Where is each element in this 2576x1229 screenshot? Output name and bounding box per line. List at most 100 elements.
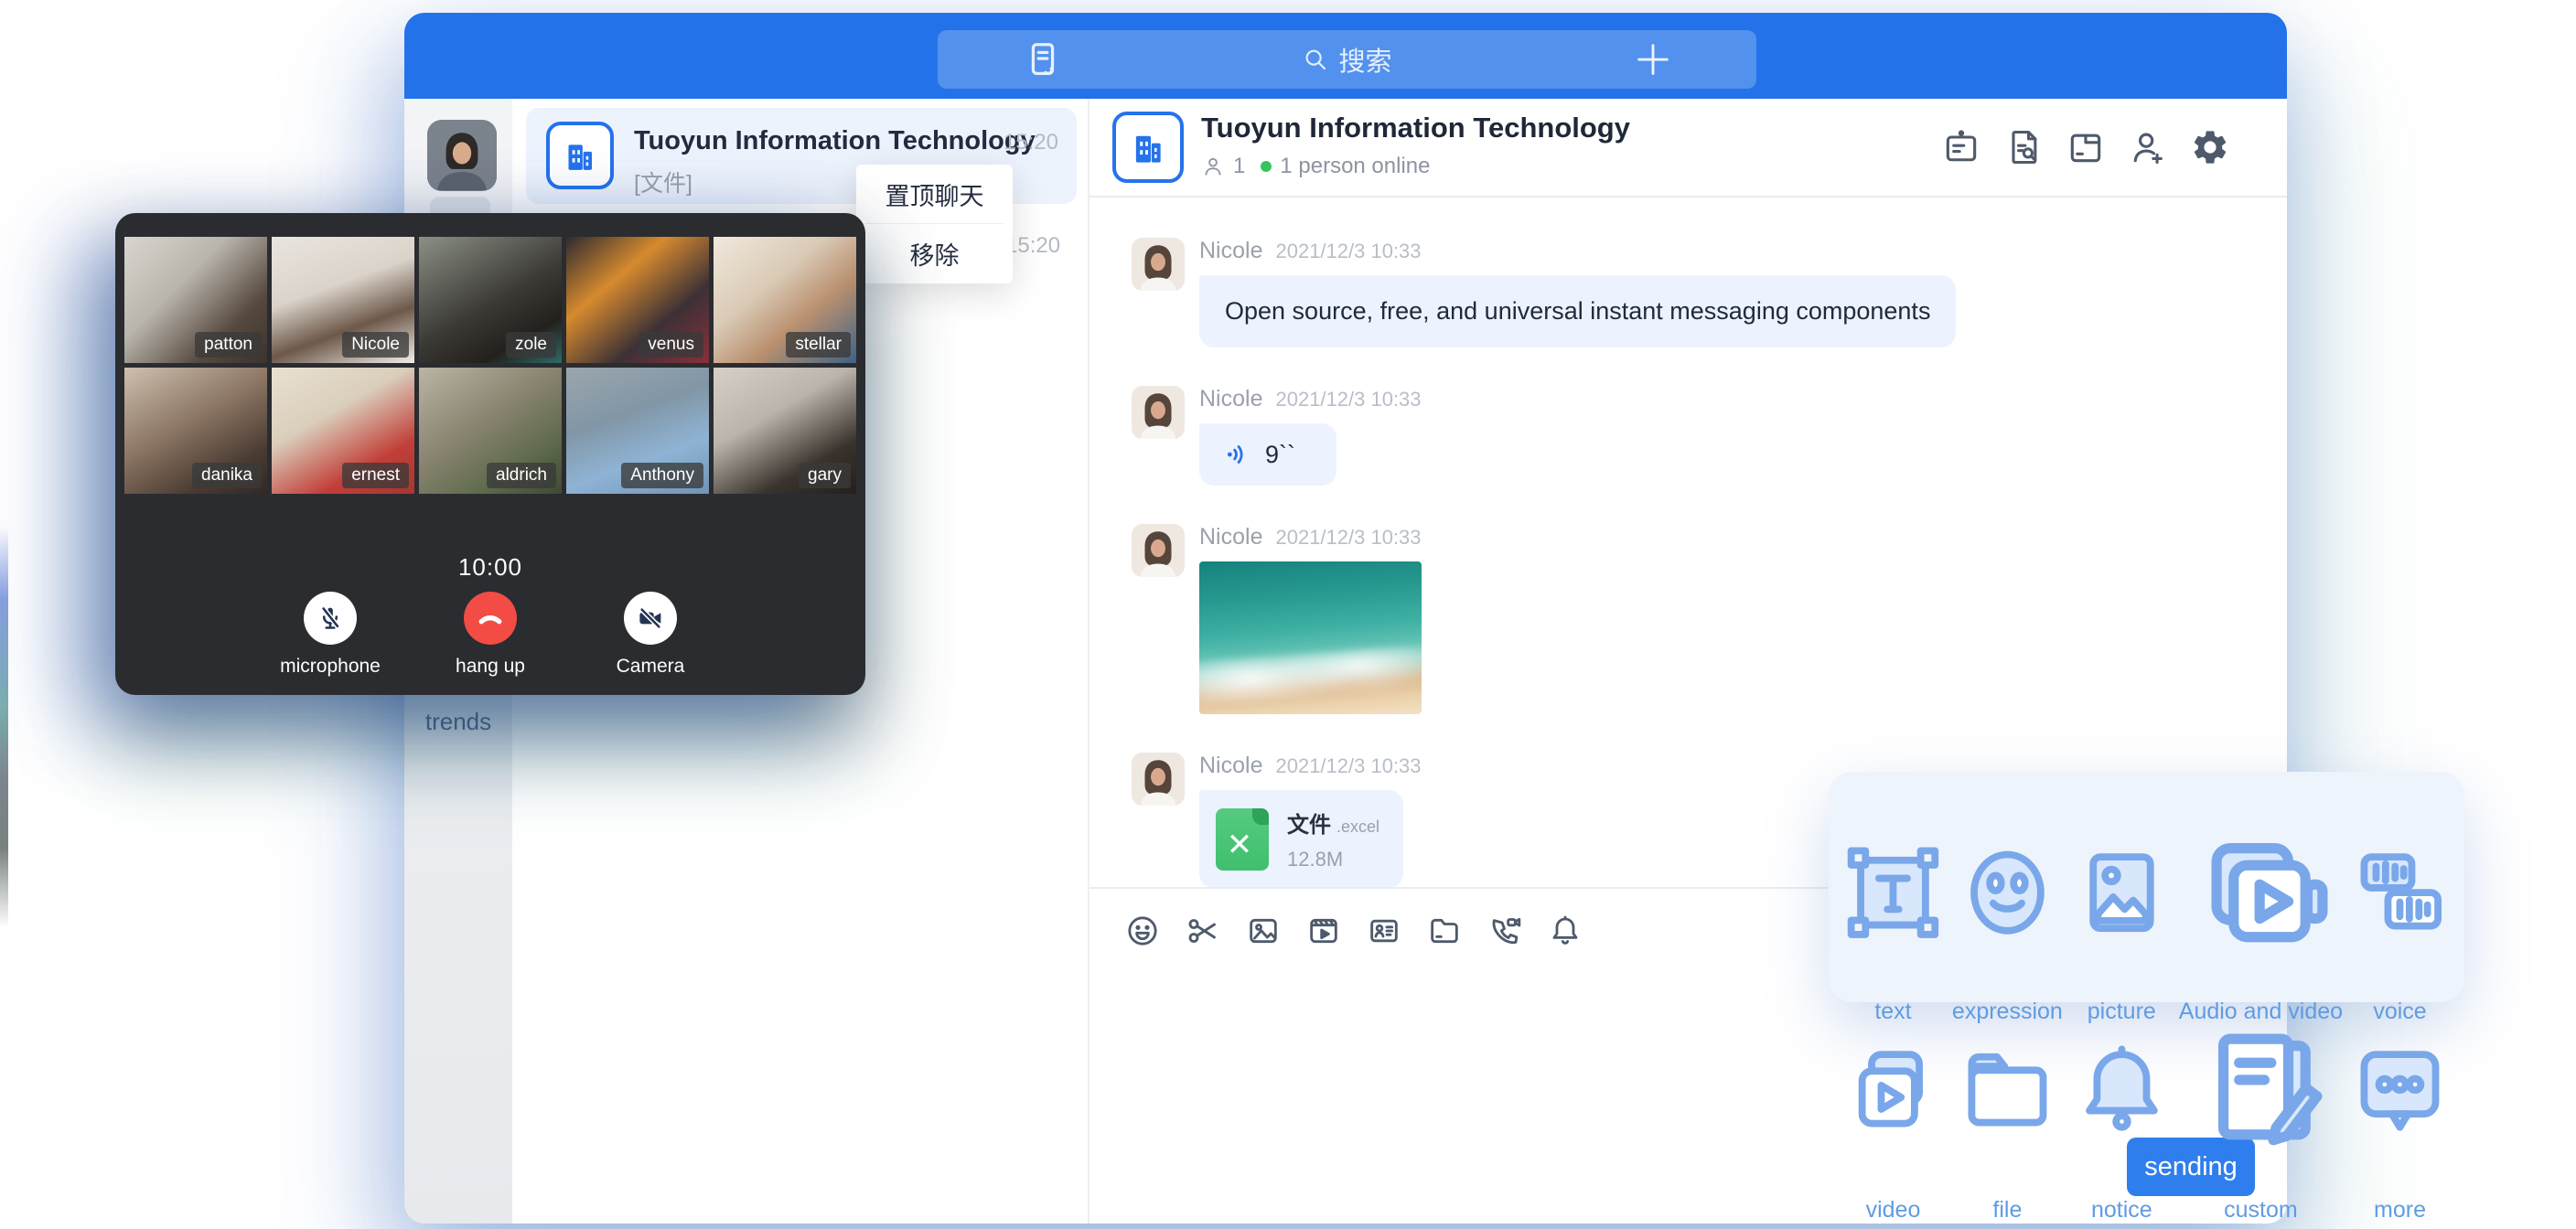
panel-item-notice[interactable]: notice xyxy=(2065,991,2179,1189)
notice-bell-icon xyxy=(2065,991,2179,1189)
custom-doc-icon xyxy=(2179,991,2343,1189)
panel-item-file[interactable]: file xyxy=(1950,991,2065,1189)
participant-tile: patton xyxy=(124,237,267,363)
online-text: 1 person online xyxy=(1280,154,1430,179)
conversation-title: Tuoyun Information Technology xyxy=(634,126,1036,156)
context-menu-pin[interactable]: 置顶聊天 xyxy=(856,165,1013,223)
settings-icon[interactable] xyxy=(2190,127,2230,167)
audio-video-icon xyxy=(2179,794,2343,991)
decorative-glow-strip xyxy=(0,526,8,928)
panel-label: custom xyxy=(2179,1197,2343,1224)
microphone-label: microphone xyxy=(277,656,383,678)
voice-icon xyxy=(2343,794,2457,991)
participant-tile: aldrich xyxy=(419,368,562,494)
chat-record-search-icon[interactable] xyxy=(2003,127,2044,167)
sender-avatar[interactable] xyxy=(1132,524,1185,577)
participant-name: Anthony xyxy=(621,463,703,488)
online-dot xyxy=(1261,161,1272,172)
sender-avatar[interactable] xyxy=(1132,753,1185,806)
sender-avatar[interactable] xyxy=(1132,238,1185,291)
search-bar[interactable]: 搜索 xyxy=(938,30,1756,89)
text-icon xyxy=(1836,794,1950,991)
conversation-time-2: 15:20 xyxy=(1005,233,1060,259)
chat-header: Tuoyun Information Technology 1 1 person… xyxy=(1089,99,2287,198)
video-call-icon[interactable] xyxy=(1487,913,1523,949)
participant-name: patton xyxy=(195,332,262,358)
panel-item-picture[interactable]: picture xyxy=(2065,794,2179,991)
panel-item-text[interactable]: text xyxy=(1836,794,1950,991)
plus-icon[interactable] xyxy=(1632,38,1674,80)
call-timer: 10:00 xyxy=(115,553,865,582)
conversation-last-message: [文件] xyxy=(634,166,692,198)
excel-file-icon: ✕ xyxy=(1216,808,1269,871)
panel-item-expression[interactable]: expression xyxy=(1950,794,2065,991)
conversation-time: 15:20 xyxy=(1004,130,1058,155)
folder-icon[interactable] xyxy=(1426,913,1463,949)
group-avatar-icon xyxy=(546,122,614,189)
camera-button[interactable]: Camera xyxy=(597,592,703,678)
top-bar: 搜索 xyxy=(404,13,2287,99)
participant-tile: Anthony xyxy=(566,368,709,494)
video-icon[interactable] xyxy=(1305,913,1342,949)
hang-up-button[interactable]: hang up xyxy=(437,592,543,678)
microphone-button[interactable]: microphone xyxy=(277,592,383,678)
member-count: 1 xyxy=(1233,154,1245,179)
participant-name: stellar xyxy=(786,332,851,358)
voice-wave-icon xyxy=(1223,440,1252,469)
panel-label: video xyxy=(1836,1197,1950,1224)
add-member-icon[interactable] xyxy=(2128,127,2168,167)
hang-up-label: hang up xyxy=(437,656,543,678)
emoji-icon[interactable] xyxy=(1124,913,1161,949)
picture-icon[interactable] xyxy=(1245,913,1282,949)
scissors-icon[interactable] xyxy=(1185,913,1221,949)
panel-label: file xyxy=(1950,1197,2065,1224)
participant-name: aldrich xyxy=(487,463,556,488)
participant-name: danika xyxy=(192,463,262,488)
chat-header-actions xyxy=(1941,127,2230,167)
participant-name: zole xyxy=(506,332,556,358)
message-text: Nicole 2021/12/3 10:33 Open source, free… xyxy=(1132,238,2250,347)
file-folder-icon xyxy=(1950,991,2065,1189)
voice-duration: 9`` xyxy=(1265,441,1295,469)
screenshot-root: { "colors": { "topbar": "#2372EA", "acce… xyxy=(0,0,2576,1229)
mic-off-icon xyxy=(315,603,346,634)
sender-name: Nicole xyxy=(1199,386,1262,412)
panel-label: more xyxy=(2343,1197,2457,1224)
video-call-overlay: patton Nicole zole venus stellar danika … xyxy=(115,213,865,695)
sender-avatar[interactable] xyxy=(1132,386,1185,439)
message-image: Nicole 2021/12/3 10:33 xyxy=(1132,524,2250,714)
chat-title: Tuoyun Information Technology xyxy=(1201,112,1630,144)
participant-tile: gary xyxy=(714,368,856,494)
participant-name: Nicole xyxy=(342,332,409,358)
video-icon xyxy=(1836,991,1950,1189)
search-placeholder: 搜索 xyxy=(1338,40,1391,79)
search-icon xyxy=(1302,46,1329,73)
participant-name: ernest xyxy=(342,463,409,488)
context-menu-remove[interactable]: 移除 xyxy=(856,224,1013,283)
panel-item-video[interactable]: video xyxy=(1836,991,1950,1189)
panel-item-more[interactable]: more xyxy=(2343,991,2457,1189)
file-folder-icon[interactable] xyxy=(2066,127,2106,167)
text-bubble: Open source, free, and universal instant… xyxy=(1199,275,1956,347)
expression-icon xyxy=(1950,794,2065,991)
voice-bubble[interactable]: 9`` xyxy=(1199,423,1336,486)
conversation-context-menu: 置顶聊天 移除 xyxy=(856,165,1013,283)
my-avatar[interactable] xyxy=(427,120,497,191)
participant-tile: danika xyxy=(124,368,267,494)
call-controls: microphone hang up Camera xyxy=(115,592,865,678)
participant-tile: venus xyxy=(566,237,709,363)
contact-card-icon[interactable] xyxy=(1366,913,1402,949)
notification-bell-icon[interactable] xyxy=(1547,913,1583,949)
picture-icon xyxy=(2065,794,2179,991)
notice-board-icon[interactable] xyxy=(1941,127,1981,167)
panel-item-voice[interactable]: voice xyxy=(2343,794,2457,991)
panel-item-audio-video[interactable]: Audio and video xyxy=(2179,794,2343,991)
participant-tile: stellar xyxy=(714,237,856,363)
chat-meta: 1 1 person online xyxy=(1201,154,1430,179)
sender-name: Nicole xyxy=(1199,753,1262,779)
sender-name: Nicole xyxy=(1199,238,1262,264)
message-time: 2021/12/3 10:33 xyxy=(1275,240,1421,263)
image-message-ocean-beach[interactable] xyxy=(1199,561,1422,714)
panel-item-custom[interactable]: custom xyxy=(2179,991,2343,1189)
file-bubble[interactable]: ✕ 文件.excel 12.8M xyxy=(1199,790,1403,887)
